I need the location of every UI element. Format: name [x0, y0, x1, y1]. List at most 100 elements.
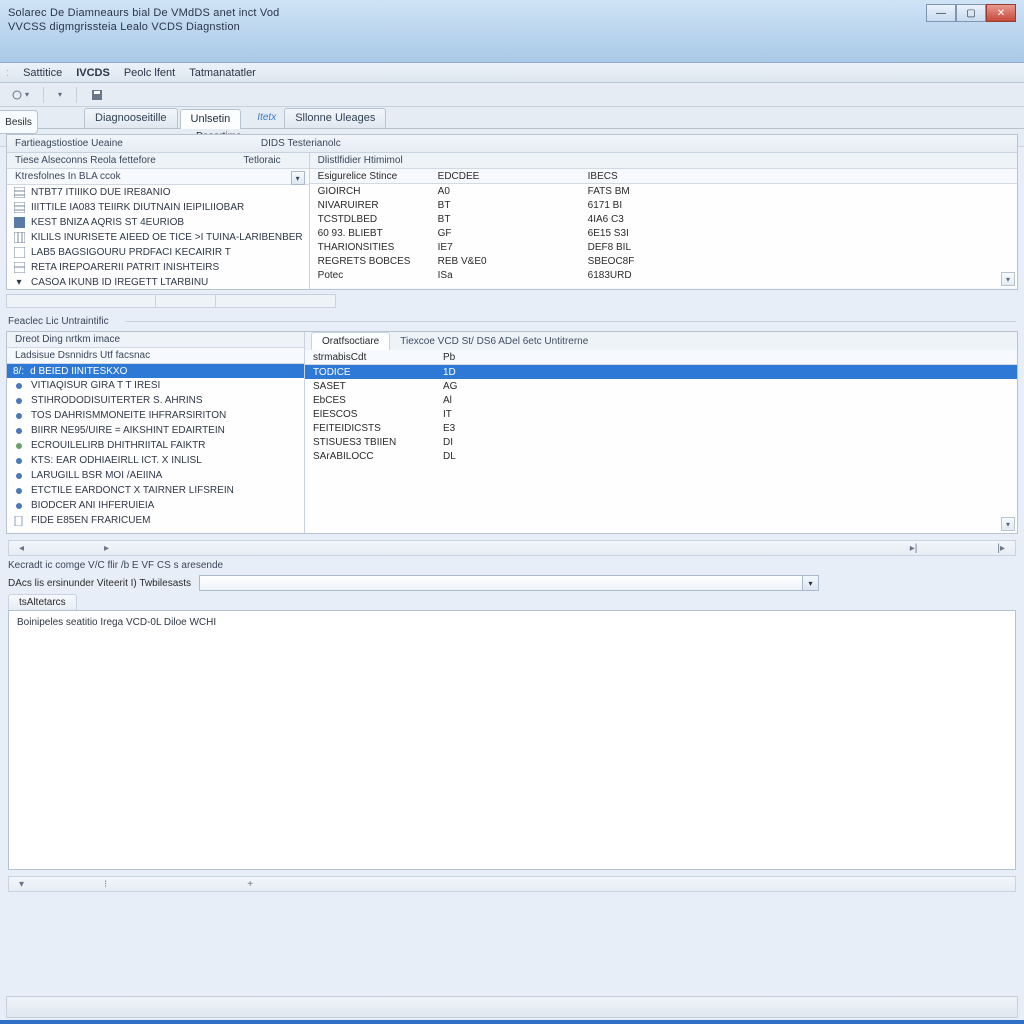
list-item[interactable]: LAB5 BAGSIGOURU PRDFACI KECAIRIR T — [7, 245, 309, 260]
maximize-button[interactable]: ▢ — [956, 4, 986, 22]
tool-button[interactable] — [86, 86, 108, 104]
tab-diagnose[interactable]: Diagnooseitille — [84, 108, 178, 128]
dot-icon — [13, 425, 25, 437]
col-header[interactable]: Esigurelice Stince — [310, 169, 430, 183]
tab-slonne[interactable]: Sllonne Uleages — [284, 108, 386, 128]
scroll-down-button[interactable]: ▾ — [1001, 517, 1015, 531]
dot-icon — [13, 500, 25, 512]
table-row[interactable]: STISUES3 TBIIENDI — [305, 435, 1017, 449]
panel1-right-list[interactable]: GIOIRCHA0FATS BM NIVARUIRERBT6171 BI TCS… — [310, 184, 1017, 288]
separator — [43, 87, 44, 103]
panel2-left-subheader: Ladsisue Dsnnidrs Utf facsnac — [7, 348, 304, 364]
chevron-down-icon[interactable]: ▾ — [802, 576, 818, 590]
list-item[interactable]: LARUGILL BSR MOI /AEIINA — [7, 468, 304, 483]
col-header[interactable]: strmabisCdt — [305, 350, 435, 364]
dot-icon — [13, 380, 25, 392]
list-item[interactable]: TOS DAHRISMMONEITE IHFRARSIRITON — [7, 408, 304, 423]
tab-inline-label: Itetx — [249, 112, 284, 123]
panel1-right-header: Dlistlfidier Htimimol — [310, 153, 1017, 169]
grid-icon — [13, 232, 25, 244]
footer-scroll[interactable]: ▾⁝ + — [8, 876, 1016, 892]
dot-icon — [13, 410, 25, 422]
sub-tab[interactable] — [216, 294, 336, 308]
panel1-left-list[interactable]: NTBT7 ITIIIKO DUE IRE8ANIO IIITTILE IA08… — [7, 185, 309, 289]
dropdown-button[interactable]: ▾ — [291, 171, 305, 185]
panel2-left: Dreot Ding nrtkm imace Ladsisue Dsnnidrs… — [7, 332, 305, 533]
table-row[interactable]: FEITEIDICSTSE3 — [305, 421, 1017, 435]
list-item[interactable]: NTBT7 ITIIIKO DUE IRE8ANIO — [7, 185, 309, 200]
menu-sep: : — [6, 67, 9, 79]
inner-tab-active[interactable]: Oratfsoctiare — [311, 332, 390, 350]
cell: GIOIRCH — [310, 184, 430, 198]
table-row[interactable]: EIESCOSIT — [305, 407, 1017, 421]
list-item[interactable]: BIODCER ANI IHFERUIEIA — [7, 498, 304, 513]
list-item[interactable]: VITIAQISUR GIRA T T IRESI — [7, 378, 304, 393]
list-item[interactable]: ETCTILE EARDONCT X TAIRNER LIFSREIN — [7, 483, 304, 498]
scroll-down-button[interactable]: ▾ — [1001, 272, 1015, 286]
menu-item[interactable]: Tatmanatatler — [189, 67, 256, 79]
combo-label: DAcs lis ersinunder Viteerit I) Twbilesa… — [8, 578, 191, 589]
separator — [76, 87, 77, 103]
minimize-button[interactable]: — — [926, 4, 956, 22]
panel2-right-list[interactable]: TODICE1D SASETAG EbCESAl EIESCOSIT FEITE… — [305, 365, 1017, 533]
titlebar: Solarec De Diamneaurs bial De VMdDS anet… — [0, 0, 1024, 63]
list-item[interactable]: KILILS INURISETE AIEED OE TICE >I TUINA-… — [7, 230, 309, 245]
list-item[interactable]: KTS: EAR ODHIAEIRLL ICT. X INLISL — [7, 453, 304, 468]
status-note: Kecradt ic comge V/C flir /b E VF CS s a… — [8, 560, 1016, 571]
chevron-down-icon: ▾ — [58, 90, 62, 99]
panel-top: Fartieagstiostioe Ueaine DIDS Testeriano… — [6, 134, 1018, 290]
grid-icon — [13, 262, 25, 274]
chevron-down-icon: ▾ — [25, 90, 29, 99]
dot-icon — [13, 395, 25, 407]
dot-icon — [13, 485, 25, 497]
col-header[interactable]: EDCDEE — [430, 169, 580, 183]
status-bar — [6, 996, 1018, 1018]
output-pane[interactable]: Boinipeles seatitio Irega VCD-0L Diloe W… — [8, 610, 1016, 870]
doc-icon — [13, 515, 25, 527]
tool-dropdown-1[interactable]: ▾ — [6, 86, 34, 104]
tool-dropdown-2[interactable]: ▾ — [53, 87, 67, 102]
disk-icon — [91, 89, 103, 101]
output-line: Boinipeles seatitio Irega VCD-0L Diloe W… — [17, 617, 1007, 628]
grid-icon — [13, 187, 25, 199]
tab-unlsetir[interactable]: Unlsetin — [180, 109, 242, 129]
col-header[interactable]: Pb — [435, 350, 495, 364]
list-item[interactable]: IIITTILE IA083 TEIIRK DIUTNAIN IEIPILIIO… — [7, 200, 309, 215]
list-item[interactable]: 8/: d BEIED IINITESKXO — [7, 364, 304, 378]
list-item[interactable]: ECROUILELIRB DHITHRIITAL FAIKTR — [7, 438, 304, 453]
menu-item[interactable]: Peolc lfent — [124, 67, 175, 79]
sub-tab[interactable] — [6, 294, 156, 308]
panel1-right: Dlistlfidier Htimimol Esigurelice Stince… — [310, 153, 1017, 289]
col-header[interactable]: IBECS — [580, 169, 1017, 183]
subheader-label: Ktresfolnes In BLA ccok — [15, 171, 121, 182]
panel2-right: Oratfsoctiare Tiexcoe VCD St/ DS6 ADel 6… — [305, 332, 1017, 533]
panel2-left-header: Dreot Ding nrtkm imace — [7, 332, 304, 348]
list-item[interactable]: RETA IREPOARERII PATRIT INISHTEIRS — [7, 260, 309, 275]
list-item[interactable]: ▾CASOA IKUNB ID IREGETT LTARBINU — [7, 275, 309, 289]
combo-box[interactable]: ▾ — [199, 575, 819, 591]
output-tab[interactable]: tsAltetarcs — [8, 594, 77, 610]
inner-tab-plain: Tiexcoe VCD St/ DS6 ADel 6etc Untitrerne — [390, 333, 598, 350]
col-header: Tetloraic — [243, 155, 280, 166]
list-item[interactable]: BIIRR NE95/UIRE = AIKSHINT EDAIRTEIN — [7, 423, 304, 438]
handle-icon[interactable]: ⁝ — [104, 879, 107, 890]
list-item[interactable]: KEST BNIZA AQRIS ST 4EURIOB — [7, 215, 309, 230]
close-button[interactable]: ✕ — [986, 4, 1016, 22]
table-row[interactable]: SASETAG — [305, 379, 1017, 393]
sub-tab[interactable] — [156, 294, 216, 308]
menu-item[interactable]: IVCDS — [76, 67, 110, 79]
col-header: Tiese Alseconns Reola fettefore — [15, 155, 156, 166]
scroll-strip[interactable]: ◂▸ ▸||▸ — [8, 540, 1016, 556]
panel-mid: Dreot Ding nrtkm imace Ladsisue Dsnnidrs… — [6, 331, 1018, 534]
item-label: d BEIED IINITESKXO — [30, 366, 127, 377]
panel1-left-header: Tiese Alseconns Reola fettefore Tetlorai… — [7, 153, 309, 169]
combo-row: DAcs lis ersinunder Viteerit I) Twbilesa… — [8, 575, 1016, 591]
table-row[interactable]: TODICE1D — [305, 365, 1017, 379]
list-item[interactable]: STIHRODODISUITERTER S. AHRINS — [7, 393, 304, 408]
table-row[interactable]: EbCESAl — [305, 393, 1017, 407]
table-row[interactable]: SArABILOCCDL — [305, 449, 1017, 463]
menu-item[interactable]: Sattitice — [23, 67, 62, 79]
window-title-2: VVCSS digmgrissteia Lealo VCDS Diagnstio… — [8, 20, 1014, 34]
panel2-left-list[interactable]: 8/: d BEIED IINITESKXO VITIAQISUR GIRA T… — [7, 364, 304, 532]
list-item[interactable]: FIDE E85EN FRARICUEM — [7, 513, 304, 528]
